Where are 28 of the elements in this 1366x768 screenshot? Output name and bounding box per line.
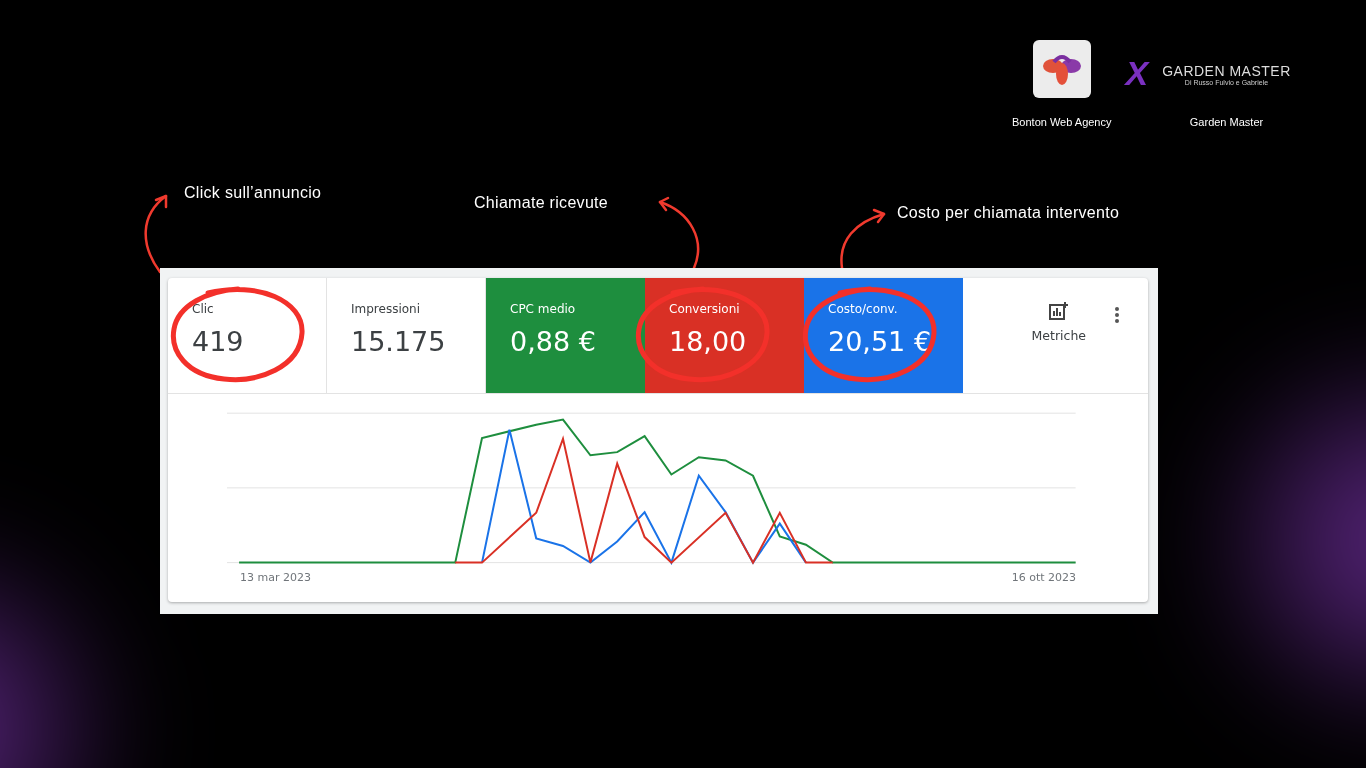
petal-logo-icon bbox=[1041, 52, 1082, 86]
metrics-button[interactable]: Metriche bbox=[1031, 302, 1086, 343]
axis-date-label: 13 mar 2023 bbox=[240, 571, 311, 584]
partner-name: Garden Master bbox=[1189, 116, 1264, 128]
metric-tile[interactable]: Clic 419 bbox=[168, 278, 327, 393]
metric-label: Impressioni bbox=[351, 302, 421, 316]
metric-tile[interactable]: Costo/conv. 20,51 € bbox=[804, 278, 963, 393]
more-menu-icon[interactable] bbox=[1114, 306, 1120, 324]
metric-tile[interactable]: CPC medio 0,88 € bbox=[486, 278, 645, 393]
metric-tile[interactable]: Conversioni 18,00 bbox=[645, 278, 804, 393]
metric-value: 20,51 € bbox=[828, 326, 932, 357]
curved-arrow bbox=[840, 208, 886, 270]
chart-add-icon bbox=[1048, 302, 1069, 320]
annotation-text: Click sull’annuncio bbox=[184, 184, 322, 202]
axis-date-label: 16 ott 2023 bbox=[1011, 571, 1076, 584]
logo-title: GARDEN MASTER bbox=[1162, 63, 1291, 79]
metric-label: Clic bbox=[192, 302, 214, 316]
metric-value: 15.175 bbox=[351, 326, 446, 357]
metric-value: 0,88 € bbox=[510, 326, 596, 357]
metric-value: 18,00 bbox=[669, 326, 747, 357]
annotation-text: Chiamate ricevute bbox=[474, 194, 609, 212]
metric-label: Costo/conv. bbox=[828, 302, 898, 316]
annotation-text: Costo per chiamata intervento bbox=[897, 204, 1120, 222]
metric-label: CPC medio bbox=[510, 302, 576, 316]
metric-value: 419 bbox=[192, 326, 244, 357]
metric-label: Conversioni bbox=[669, 302, 740, 316]
separator-mark: X bbox=[1125, 54, 1149, 93]
partner-name: Bonton Web Agency bbox=[1012, 116, 1112, 128]
